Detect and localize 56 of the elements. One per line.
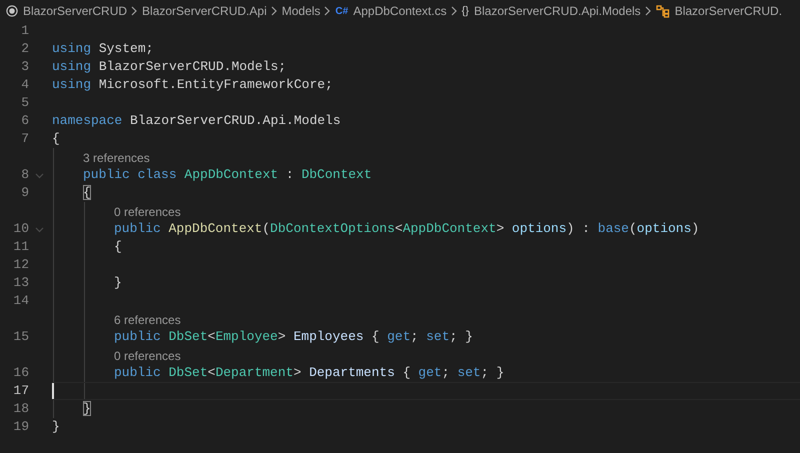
breadcrumb-item[interactable]: AppDbContext.cs — [353, 2, 447, 20]
code-line: using System; — [52, 40, 154, 58]
fold-chevron-icon[interactable] — [35, 227, 44, 233]
line-number: 13 — [12, 274, 29, 292]
code-line: { — [114, 238, 122, 256]
breadcrumb-item[interactable]: BlazorServerCRUD.Api.Models — [474, 2, 641, 20]
class-icon — [656, 4, 670, 18]
code-line: } — [114, 274, 122, 292]
line-number: 7 — [20, 130, 29, 148]
code-line: } — [52, 418, 60, 436]
chevron-right-icon — [131, 6, 138, 16]
code-line: } — [83, 400, 91, 418]
line-number: 16 — [12, 364, 29, 382]
line-number: 17 — [12, 382, 29, 400]
chevron-right-icon — [644, 6, 652, 16]
line-number: 5 — [20, 94, 29, 112]
line-number: 9 — [20, 184, 29, 202]
line-number: 3 — [20, 58, 29, 76]
code-line: { — [52, 130, 60, 148]
line-number: 15 — [12, 328, 29, 346]
line-number: 11 — [12, 238, 29, 256]
code-line: public DbSet<Department> Departments { get; set; } — [114, 364, 504, 382]
line-number: 10 — [12, 220, 29, 238]
csharp-icon: C# — [335, 4, 348, 18]
references-codelens[interactable]: 6 references — [114, 311, 181, 329]
line-number: 14 — [12, 292, 29, 310]
line-number: 1 — [20, 22, 29, 40]
code-line: public AppDbContext(DbContextOptions<AppDbContext> options) : base(options) — [114, 220, 700, 238]
code-line: public DbSet<Employee> Employees { get; set; } — [114, 328, 473, 346]
braces-icon: {} — [462, 2, 469, 20]
code-line: using Microsoft.EntityFrameworkCore; — [52, 76, 333, 94]
target-icon — [6, 5, 18, 17]
code-line: { — [83, 184, 91, 202]
chevron-right-icon — [270, 6, 278, 16]
text-cursor — [52, 383, 54, 399]
line-number: 6 — [20, 112, 29, 130]
breadcrumb-item[interactable]: BlazorServerCRUD. — [674, 2, 782, 20]
line-number: 19 — [12, 418, 29, 436]
code-line: using BlazorServerCRUD.Models; — [52, 58, 286, 76]
chevron-right-icon — [450, 6, 458, 16]
breadcrumb-item[interactable]: Models — [282, 2, 320, 20]
code-line: namespace BlazorServerCRUD.Api.Models — [52, 112, 341, 130]
references-codelens[interactable]: 0 references — [114, 203, 181, 221]
line-number: 12 — [12, 256, 29, 274]
indent-guide — [53, 400, 54, 418]
breadcrumb-item[interactable]: BlazorServerCRUD — [23, 2, 128, 20]
chevron-right-icon — [324, 6, 332, 16]
code-line: public class AppDbContext : DbContext — [83, 166, 372, 184]
breadcrumb-item[interactable]: BlazorServerCRUD.Api — [142, 2, 267, 20]
references-codelens[interactable]: 3 references — [83, 149, 150, 167]
line-number: 18 — [12, 400, 29, 418]
references-codelens[interactable]: 0 references — [114, 347, 181, 365]
line-number: 2 — [20, 40, 29, 58]
fold-chevron-icon[interactable] — [35, 173, 44, 179]
line-number: 8 — [20, 166, 29, 184]
line-number: 4 — [20, 76, 29, 94]
